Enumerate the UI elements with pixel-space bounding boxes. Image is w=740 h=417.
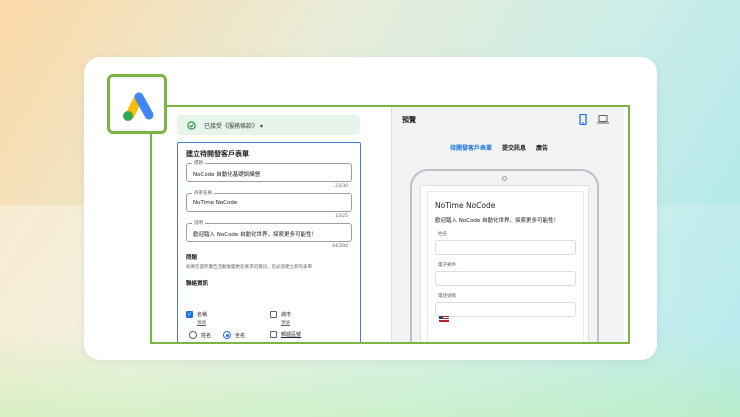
preview-description: 歡迎踏入 NoCode 自動化世界，探索更多可能性！ [435,218,560,224]
city-checkbox-row[interactable]: 城市 [270,311,291,318]
field-label: 說明 [192,220,205,226]
name-label: 名稱 [197,312,208,318]
checkbox[interactable] [270,311,277,318]
preview-email-input[interactable] [435,271,576,286]
description-field[interactable]: 說明歡迎踏入 NoCode 自動化世界，探索更多可能性！ [186,220,352,242]
tab-ad[interactable]: 廣告 [536,143,548,152]
field-value: NoTime NoCode [193,200,238,206]
camera-icon [502,176,507,181]
form-preview: NoTime NoCode 歡迎踏入 NoCode 自動化世界，探索更多可能性！… [427,191,584,342]
chevron-down-icon: ▾ [259,122,263,130]
google-ads-icon [123,92,154,121]
us-flag-icon [439,316,449,322]
field-label: 標題 [192,160,205,166]
zip-checkbox-row[interactable]: 郵遞區號 [270,331,301,338]
mobile-view-icon[interactable] [579,114,587,125]
editor-frame: 已接受《服務條款》 ▾ 建立待開發客戶表單 標題 NoCode 自動化基礎訓練營 … [150,105,630,344]
terms-text: 已接受《服務條款》 [204,122,259,130]
tab-submit-message[interactable]: 提交訊息 [502,143,526,152]
business-name-field[interactable]: 商家名稱 NoTime NoCode [186,190,352,212]
radio-full-name[interactable]: 全名 [223,331,245,339]
field-value: NoCode 自動化基礎訓練營 [193,172,261,178]
preview-title: 預覽 [402,116,416,124]
desktop-view-icon[interactable] [597,115,609,124]
radio-selected[interactable] [223,331,231,339]
phone-screen: NoTime NoCode 歡迎踏入 NoCode 自動化世界，探索更多可能性！… [420,185,589,342]
zip-label: 郵遞區號 [281,332,302,338]
radio-label: 全名 [235,332,246,339]
name-prefill-link[interactable]: 預填 [197,320,206,326]
radio-label: 姓名 [201,332,212,339]
name-checkbox-row[interactable]: ✓ 名稱 [186,311,207,318]
field-label: 商家名稱 [192,190,214,196]
google-ads-logo [107,74,167,134]
form-editor-panel: 已接受《服務條款》 ▾ 建立待開發客戶表單 標題 NoCode 自動化基礎訓練營 … [152,107,391,342]
field-value: 歡迎踏入 NoCode 自動化世界，探索更多可能性！ [193,232,318,238]
checkbox[interactable] [270,331,277,338]
form-title: 建立待開發客戶表單 [186,150,249,158]
phone-mockup: NoTime NoCode 歡迎踏入 NoCode 自動化世界，探索更多可能性！… [410,169,599,342]
char-count: 13/25 [335,214,348,219]
lead-form-card: 建立待開發客戶表單 標題 NoCode 自動化基礎訓練營 23/30 商家名稱 No… [177,142,361,342]
tab-lead-form[interactable]: 待開發客戶表單 [450,143,492,152]
preview-panel: 預覽 待開發客戶表單 提交訊息 廣告 NoTime NoCode 歡迎踏入 No… [391,107,624,342]
terms-accepted-banner[interactable]: 已接受《服務條款》 ▾ [177,115,360,135]
questions-heading: 問題 [186,255,198,261]
preview-name-input[interactable] [435,240,576,255]
preview-field-label: 電話號碼 [438,294,456,299]
check-circle-icon [187,120,196,130]
questions-help: 如要在儲存廣告活動後變更您要求的資訊，您必須建立新的表單 [186,265,312,270]
preview-business-name: NoTime NoCode [435,201,496,210]
preview-tabs: 待開發客戶表單 提交訊息 廣告 [450,143,548,152]
char-count: 23/30 [335,184,348,189]
char-count: 44/200 [332,244,348,249]
city-label: 城市 [281,312,292,318]
contact-heading: 聯絡資訊 [186,281,209,287]
checkbox-checked[interactable]: ✓ [186,311,193,318]
preview-field-label: 電子郵件 [438,263,456,268]
preview-phone-input[interactable] [435,302,576,322]
city-prefill-link[interactable]: 預填 [281,320,290,326]
headline-field[interactable]: 標題 NoCode 自動化基礎訓練營 [186,160,352,182]
preview-field-label: 姓名 [438,232,447,237]
radio[interactable] [189,331,197,339]
radio-first-name[interactable]: 姓名 [189,331,211,339]
